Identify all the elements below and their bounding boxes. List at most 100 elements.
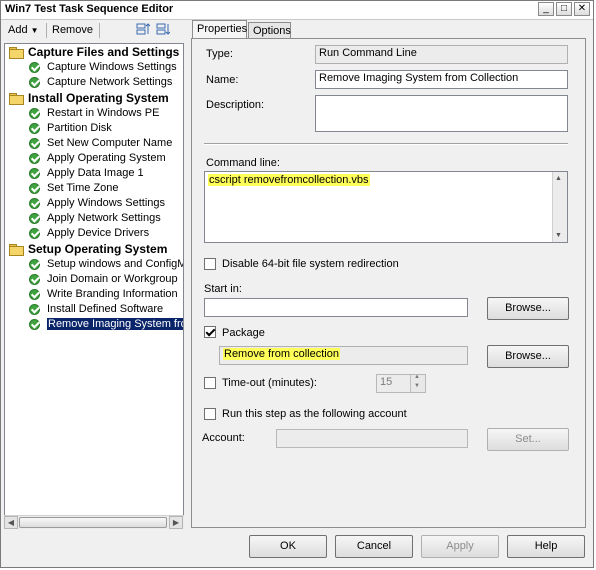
success-check-icon xyxy=(29,108,40,119)
success-check-icon xyxy=(29,304,40,315)
tree-item-label: Set Time Zone xyxy=(47,182,119,194)
tab-options[interactable]: Options xyxy=(248,22,291,39)
scroll-down-icon[interactable]: ▼ xyxy=(555,232,562,239)
cancel-button[interactable]: Cancel xyxy=(335,535,413,558)
success-check-icon xyxy=(29,213,40,224)
account-field[interactable] xyxy=(276,429,468,448)
command-line-scrollbar[interactable]: ▲ ▼ xyxy=(552,172,567,242)
folder-icon xyxy=(9,244,24,256)
success-check-icon xyxy=(29,153,40,164)
account-label: Account: xyxy=(202,432,245,444)
tree-item[interactable]: Apply Network Settings xyxy=(29,211,161,226)
toolbar: Add ▼ Remove xyxy=(3,21,183,41)
tree-group[interactable]: Setup Operating System xyxy=(9,242,167,257)
scroll-up-icon[interactable]: ▲ xyxy=(555,175,562,182)
folder-icon xyxy=(9,47,24,59)
tree-item[interactable]: Set New Computer Name xyxy=(29,136,172,151)
close-button[interactable]: ✕ xyxy=(574,2,590,16)
success-check-icon xyxy=(29,77,40,88)
tree-item-label: Apply Operating System xyxy=(47,152,166,164)
tree-item[interactable]: Write Branding Information xyxy=(29,287,178,302)
tree-group[interactable]: Capture Files and Settings xyxy=(9,45,179,60)
tree-item-selected[interactable]: Remove Imaging System from C xyxy=(29,317,183,332)
run-as-checkbox[interactable] xyxy=(204,408,216,420)
tree-item-label: Capture Windows Settings xyxy=(47,61,177,73)
dropdown-arrow-icon: ▼ xyxy=(30,26,39,35)
start-in-browse-button[interactable]: Browse... xyxy=(487,297,569,320)
tree-item-label: Apply Windows Settings xyxy=(47,197,165,209)
tree-item-label: Write Branding Information xyxy=(47,288,178,300)
tree-item-label: Capture Network Settings xyxy=(47,76,173,88)
minimize-button[interactable]: _ xyxy=(538,2,554,16)
tree-item-label: Restart in Windows PE xyxy=(47,107,160,119)
disable-redirection-checkbox[interactable] xyxy=(204,258,216,270)
timeout-checkbox[interactable] xyxy=(204,377,216,389)
success-check-icon xyxy=(29,274,40,285)
remove-button[interactable]: Remove xyxy=(49,22,96,39)
toolbar-separator xyxy=(46,23,47,38)
start-in-field[interactable] xyxy=(204,298,468,317)
type-label: Type: xyxy=(206,48,233,60)
help-button[interactable]: Help xyxy=(507,535,585,558)
tab-properties[interactable]: Properties xyxy=(192,20,247,39)
tree-item[interactable]: Apply Windows Settings xyxy=(29,196,165,211)
description-field[interactable] xyxy=(315,95,568,132)
name-field[interactable]: Remove Imaging System from Collection xyxy=(315,70,568,89)
scroll-right-icon[interactable]: ▶ xyxy=(169,516,183,529)
ok-button[interactable]: OK xyxy=(249,535,327,558)
success-check-icon xyxy=(29,289,40,300)
command-line-field[interactable]: cscript removefromcollection.vbs ▲ ▼ xyxy=(204,171,568,243)
success-check-icon xyxy=(29,319,40,330)
package-checkbox[interactable] xyxy=(204,326,216,338)
move-up-icon[interactable] xyxy=(133,22,153,39)
success-check-icon xyxy=(29,183,40,194)
tree-item-label: Apply Network Settings xyxy=(47,212,161,224)
tree-item[interactable]: Join Domain or Workgroup xyxy=(29,272,178,287)
tree-item[interactable]: Apply Operating System xyxy=(29,151,166,166)
scroll-left-icon[interactable]: ◀ xyxy=(4,516,18,529)
maximize-button[interactable]: □ xyxy=(556,2,572,16)
add-button-label: Add xyxy=(8,24,28,36)
task-sequence-editor-window: Win7 Test Task Sequence Editor _ □ ✕ Add… xyxy=(0,0,594,568)
disable-redirection-label: Disable 64-bit file system redirection xyxy=(222,258,399,270)
apply-button[interactable]: Apply xyxy=(421,535,499,558)
tree-item[interactable]: Capture Windows Settings xyxy=(29,60,177,75)
tree-group-label: Setup Operating System xyxy=(28,242,168,256)
tree-item[interactable]: Install Defined Software xyxy=(29,302,163,317)
timeout-value: 15 xyxy=(380,376,393,388)
spin-up-icon[interactable]: ▲ xyxy=(414,375,420,380)
tree-group[interactable]: Install Operating System xyxy=(9,91,169,106)
tree-item[interactable]: Capture Network Settings xyxy=(29,75,172,90)
run-as-label: Run this step as the following account xyxy=(222,408,407,420)
move-down-icon[interactable] xyxy=(153,22,173,39)
tree-item[interactable]: Partition Disk xyxy=(29,121,112,136)
scrollbar-thumb[interactable] xyxy=(19,517,167,528)
package-label: Package xyxy=(222,327,265,339)
set-account-button[interactable]: Set... xyxy=(487,428,569,451)
window-title: Win7 Test Task Sequence Editor xyxy=(5,3,174,15)
tree-item[interactable]: Apply Device Drivers xyxy=(29,226,149,241)
timeout-spinner[interactable]: 15 ▲ ▼ xyxy=(376,374,426,393)
tree-item[interactable]: Restart in Windows PE xyxy=(29,106,159,121)
tree-item-label: Remove Imaging System from C xyxy=(47,318,183,330)
spinner-buttons[interactable]: ▲ ▼ xyxy=(410,375,425,392)
success-check-icon xyxy=(29,228,40,239)
tree-item[interactable]: Setup windows and ConfigMgr xyxy=(29,257,184,272)
tree-item[interactable]: Set Time Zone xyxy=(29,181,119,196)
tree-item-label: Apply Device Drivers xyxy=(47,227,150,239)
tree-horizontal-scrollbar[interactable]: ◀ ▶ xyxy=(4,515,184,529)
tree-item-label: Setup windows and ConfigMgr xyxy=(47,258,184,270)
toolbar-separator xyxy=(99,23,100,38)
folder-icon xyxy=(9,93,24,105)
package-browse-button[interactable]: Browse... xyxy=(487,345,569,368)
timeout-label: Time-out (minutes): xyxy=(222,377,317,389)
name-label: Name: xyxy=(206,74,239,86)
tree-item[interactable]: Apply Data Image 1 xyxy=(29,166,144,181)
tree-item-label: Install Defined Software xyxy=(47,303,164,315)
tree-item-label: Set New Computer Name xyxy=(47,137,173,149)
add-button[interactable]: Add ▼ xyxy=(5,22,42,39)
command-line-value: cscript removefromcollection.vbs xyxy=(208,174,370,186)
tree-group-label: Capture Files and Settings xyxy=(28,45,180,59)
type-field: Run Command Line xyxy=(315,45,568,64)
spin-down-icon[interactable]: ▼ xyxy=(414,383,420,389)
